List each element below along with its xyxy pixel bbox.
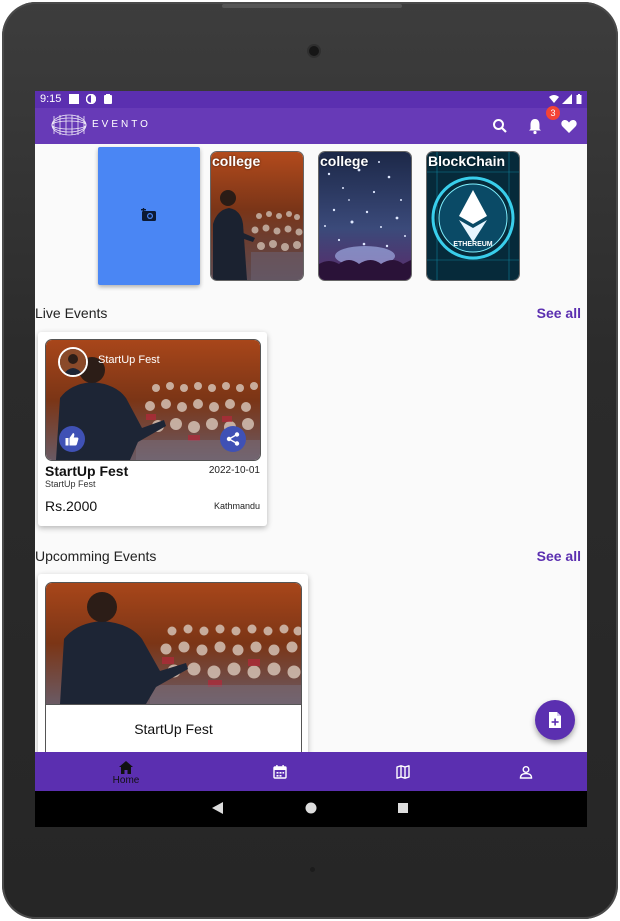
upcoming-event-title: StartUp Fest <box>134 721 213 737</box>
nav-home[interactable]: Home <box>57 752 195 791</box>
organizer-avatar <box>58 347 88 377</box>
signal-icon <box>562 94 572 104</box>
data-saver-icon <box>86 94 96 104</box>
nav-profile[interactable] <box>457 752 587 791</box>
app-screen: 9:15 EVENTO 3 college college ETHEREUM B… <box>35 91 587 827</box>
search-icon[interactable] <box>491 117 509 135</box>
map-icon <box>396 765 410 779</box>
ethereum-text: ETHEREUM <box>453 241 492 248</box>
event-location: Kathmandu <box>213 501 260 511</box>
event-subtitle: StartUp Fest <box>45 479 96 489</box>
story-label: BlockChain <box>428 153 506 169</box>
app-name: EVENTO <box>92 119 151 130</box>
upcoming-event-inner: StartUp Fest <box>45 582 302 766</box>
heart-icon[interactable] <box>560 117 578 135</box>
home-circle-icon[interactable] <box>305 802 317 814</box>
share-button[interactable] <box>220 426 246 452</box>
speaker-slot <box>222 4 402 8</box>
nav-home-label: Home <box>112 775 140 786</box>
app-bar: EVENTO 3 <box>35 106 587 144</box>
share-icon <box>226 432 240 446</box>
system-navigation-bar <box>35 791 587 827</box>
upcoming-see-all-link[interactable]: See all <box>537 548 581 564</box>
status-bar: 9:15 <box>35 91 587 108</box>
bell-icon[interactable] <box>526 117 544 135</box>
like-button[interactable] <box>59 426 85 452</box>
live-events-title: Live Events <box>35 305 108 321</box>
person-icon <box>519 766 533 779</box>
story-blockchain[interactable]: ETHEREUM BlockChain <box>426 151 520 281</box>
story-label: college <box>212 153 261 169</box>
add-photo-icon <box>141 208 156 221</box>
nav-calendar[interactable] <box>211 752 349 791</box>
microphone <box>310 867 315 872</box>
note-add-icon <box>549 712 561 728</box>
event-price: Rs.2000 <box>45 498 98 514</box>
upcoming-event-image <box>46 583 301 705</box>
story-college-1[interactable]: college <box>210 151 304 281</box>
upcoming-event-card[interactable]: StartUp Fest <box>38 574 308 766</box>
event-title: StartUp Fest <box>45 463 129 479</box>
upcoming-events-title: Upcomming Events <box>35 548 157 564</box>
event-date: 2022-10-01 <box>208 465 260 476</box>
home-icon <box>119 761 133 774</box>
live-event-card[interactable]: StartUp Fest StartUp Fest 2022-10-01 Sta… <box>38 332 267 526</box>
story-label: college <box>320 153 369 169</box>
create-event-fab[interactable] <box>535 700 575 740</box>
add-story-button[interactable] <box>98 147 200 285</box>
story-college-2[interactable]: college <box>318 151 412 281</box>
concert-photo <box>319 152 411 280</box>
live-see-all-link[interactable]: See all <box>537 305 581 321</box>
ethereum-photo: ETHEREUM <box>427 152 519 280</box>
wifi-icon <box>549 95 559 103</box>
notification-square-icon <box>69 94 79 104</box>
clipboard-icon <box>104 94 112 104</box>
calendar-icon <box>273 765 287 779</box>
battery-icon <box>576 94 582 104</box>
evento-logo-icon <box>51 114 87 136</box>
nav-map[interactable] <box>334 752 472 791</box>
speaker-photo <box>46 583 301 704</box>
bottom-navigation: Home <box>35 752 587 791</box>
conference-photo <box>211 152 303 280</box>
back-icon[interactable] <box>212 802 224 814</box>
live-event-image: StartUp Fest <box>45 339 261 461</box>
status-time: 9:15 <box>40 93 62 105</box>
thumb-up-icon <box>65 433 79 446</box>
notification-badge: 3 <box>546 106 560 120</box>
overview-square-icon[interactable] <box>397 802 409 814</box>
front-camera <box>309 46 319 56</box>
organizer-name: StartUp Fest <box>98 354 160 366</box>
